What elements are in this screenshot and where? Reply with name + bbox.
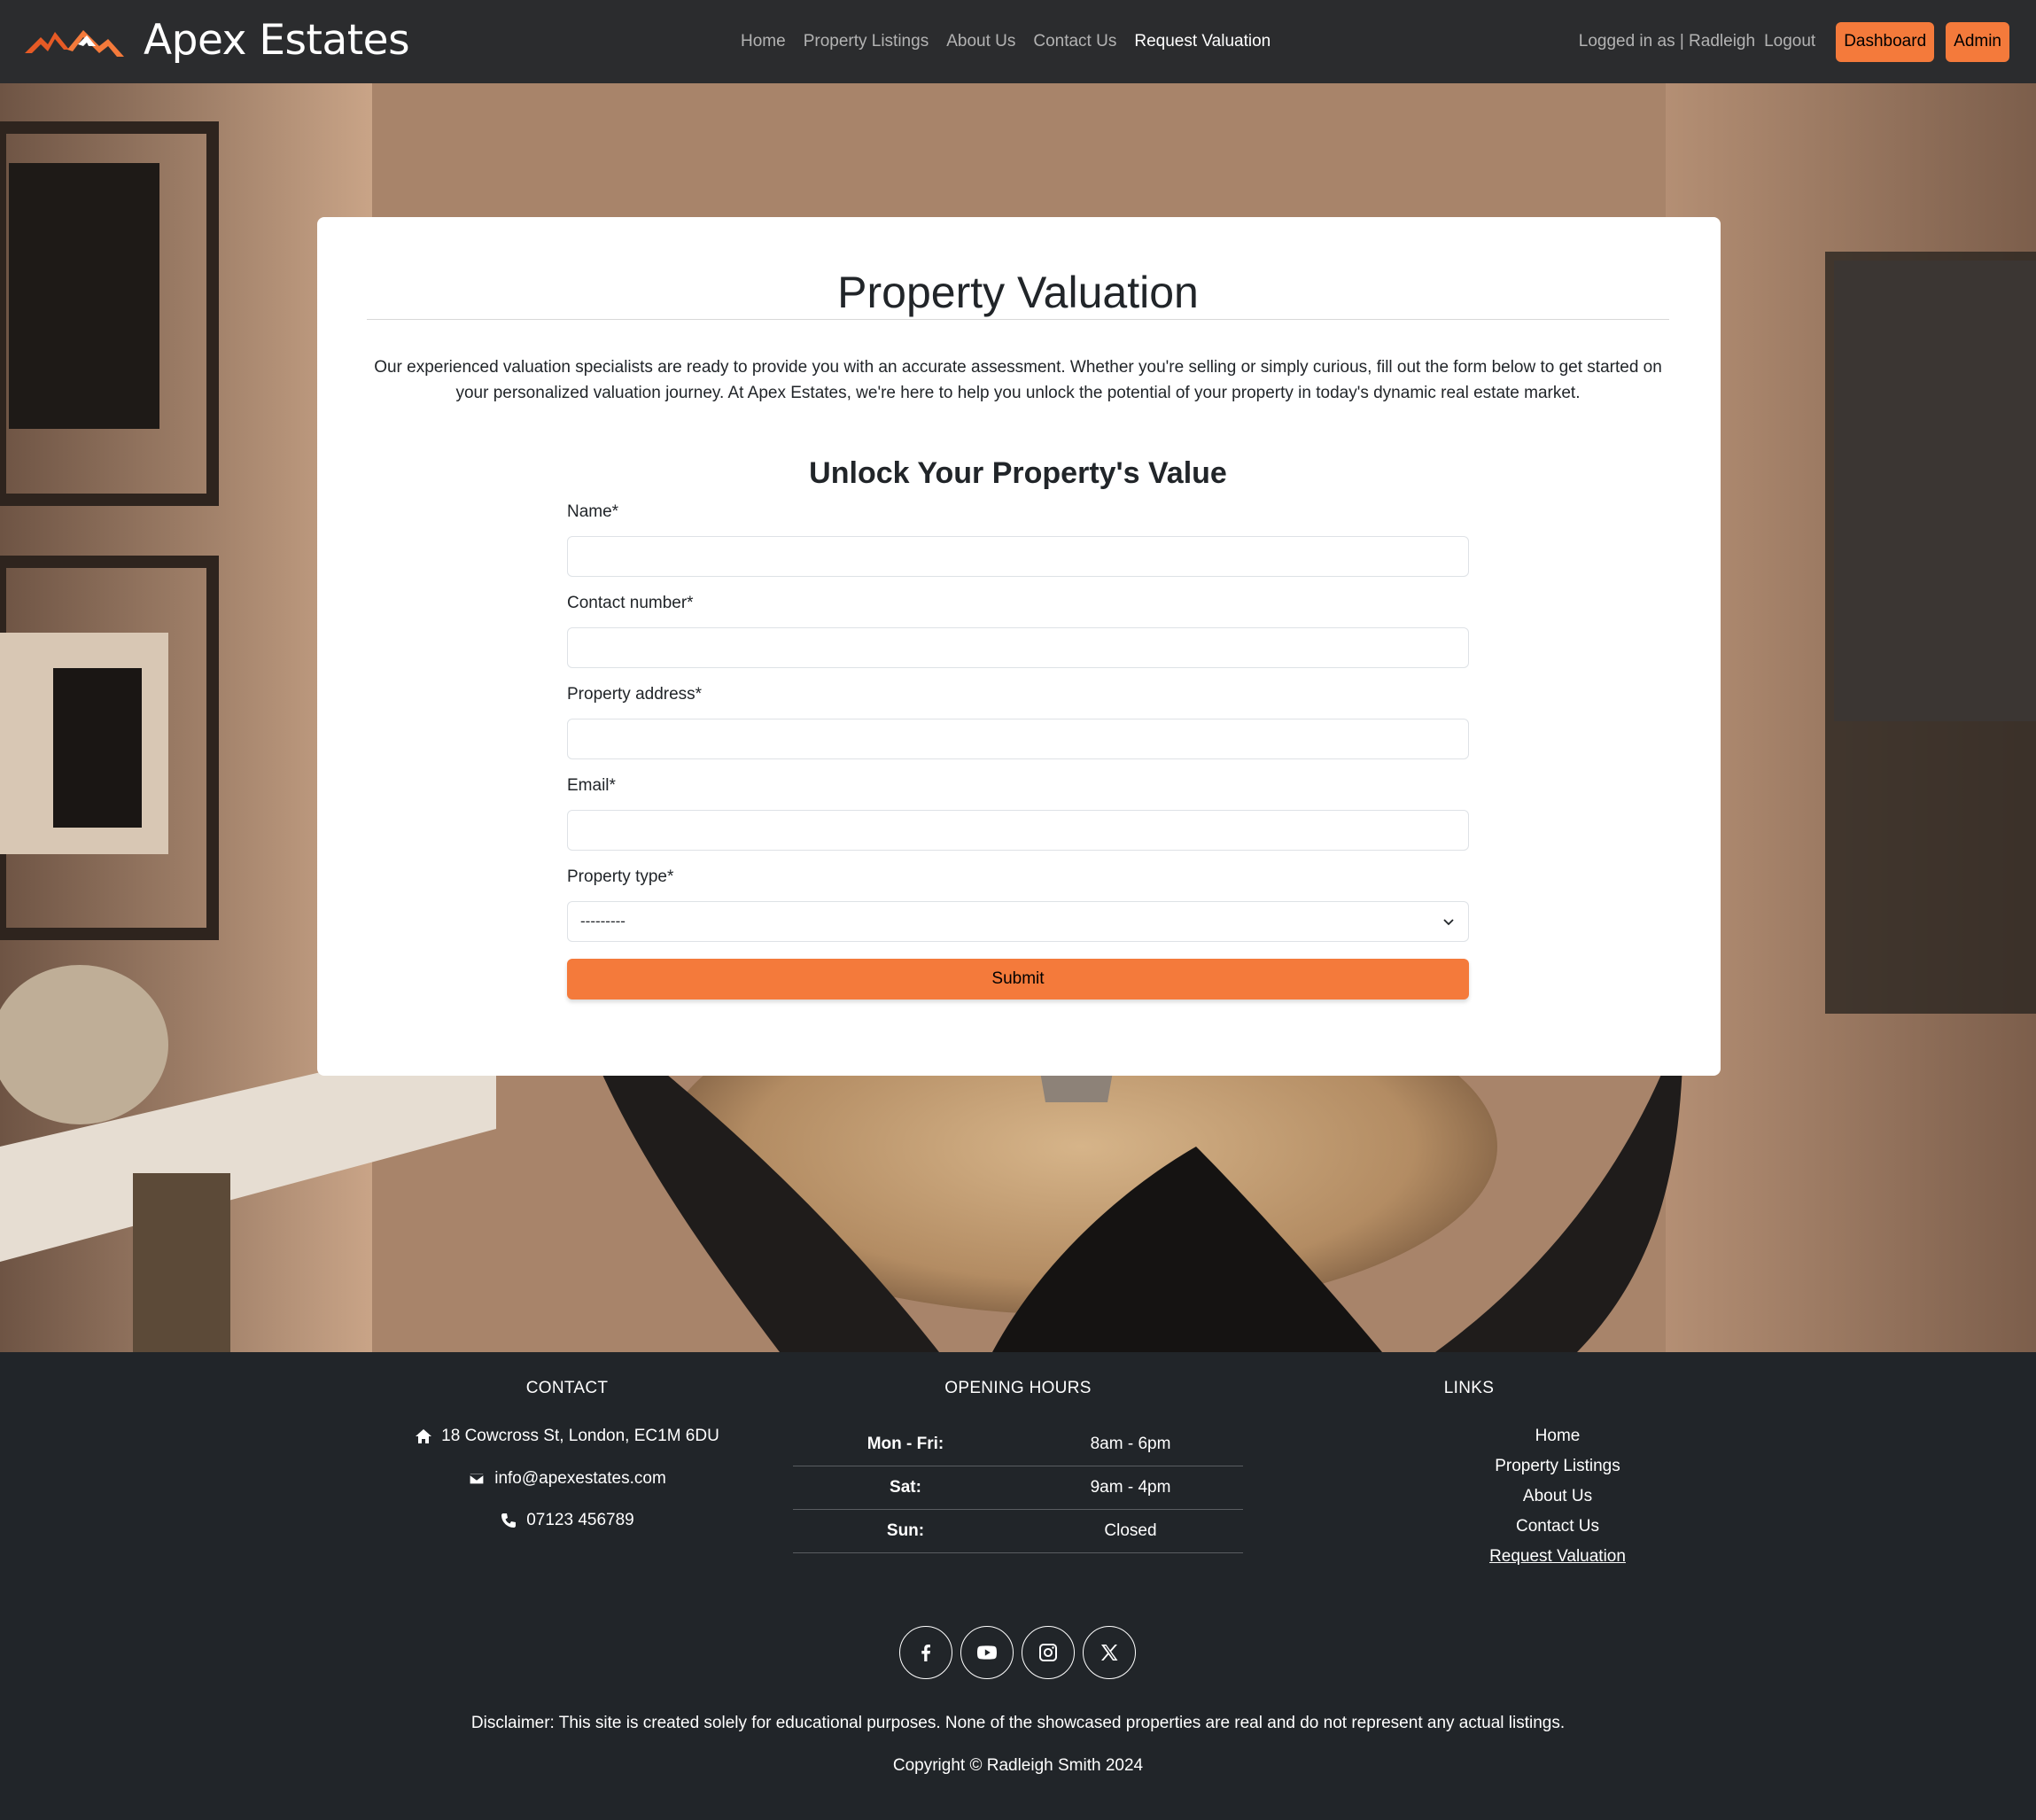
property-type-selected: --------- xyxy=(580,913,626,929)
instagram-button[interactable] xyxy=(1022,1626,1075,1679)
name-label: Name* xyxy=(567,502,619,521)
valuation-form: Name* Contact number* Property address* … xyxy=(567,501,1469,999)
hours-day: Sun: xyxy=(886,1521,925,1540)
property-address-label: Property address* xyxy=(567,685,703,704)
footer-link-property-listings[interactable]: Property Listings xyxy=(1469,1457,1646,1476)
footer: CONTACT 18 Cowcross St, London, EC1M 6DU… xyxy=(0,1352,2036,1820)
footer-link-about-us[interactable]: About Us xyxy=(1469,1487,1646,1506)
footer-link-contact-us[interactable]: Contact Us xyxy=(1469,1517,1646,1536)
copyright-text: Copyright © Radleigh Smith 2024 xyxy=(892,1756,1144,1775)
brand-name: Apex Estates xyxy=(144,16,410,65)
dashboard-button[interactable]: Dashboard xyxy=(1836,21,1935,62)
nav-user-area: Logged in as | Radleigh Logout Dashboard… xyxy=(1579,0,2009,83)
envelope-icon xyxy=(469,1473,485,1485)
page-title: Property Valuation xyxy=(837,268,1199,317)
footer-link-request-valuation[interactable]: Request Valuation xyxy=(1469,1547,1646,1567)
phone-text[interactable]: 07123 456789 xyxy=(526,1511,634,1530)
nav-link-request-valuation[interactable]: Request Valuation xyxy=(1125,32,1279,51)
disclaimer-text: Disclaimer: This site is created solely … xyxy=(470,1714,1566,1732)
contact-field-group: Contact number* xyxy=(567,592,1469,668)
submit-button[interactable]: Submit xyxy=(567,959,1469,999)
property-type-label: Property type* xyxy=(567,867,674,886)
nav-link-property-listings[interactable]: Property Listings xyxy=(795,32,938,51)
email-line: info@apexestates.com xyxy=(390,1469,744,1489)
social-links xyxy=(899,1626,1136,1679)
admin-button[interactable]: Admin xyxy=(1946,21,2009,62)
type-field-group: Property type* --------- xyxy=(567,866,1469,942)
facebook-icon xyxy=(921,1645,930,1661)
email-field-group: Email* xyxy=(567,774,1469,851)
chevron-down-icon xyxy=(1443,919,1454,926)
hours-row: Sat: 9am - 4pm xyxy=(793,1466,1243,1510)
hours-time: 8am - 6pm xyxy=(1090,1435,1171,1453)
hours-time: 9am - 4pm xyxy=(1090,1478,1171,1497)
name-field-group: Name* xyxy=(567,501,1469,577)
youtube-button[interactable] xyxy=(960,1626,1014,1679)
email-text[interactable]: info@apexestates.com xyxy=(494,1469,666,1489)
phone-icon xyxy=(501,1513,517,1528)
brand[interactable]: Apex Estates xyxy=(25,16,410,65)
contact-number-input[interactable] xyxy=(567,627,1469,668)
intro-text: Our experienced valuation specialists ar… xyxy=(374,358,1662,402)
phone-line: 07123 456789 xyxy=(390,1511,744,1530)
navbar: Apex Estates Home Property Listings Abou… xyxy=(0,0,2036,83)
email-input[interactable] xyxy=(567,810,1469,851)
contact-number-label: Contact number* xyxy=(567,594,694,612)
hours-day: Sat: xyxy=(890,1478,921,1497)
mountain-logo-icon xyxy=(25,29,124,57)
valuation-card: Property Valuation Our experienced valua… xyxy=(317,217,1721,1076)
form-title: Unlock Your Property's Value xyxy=(809,456,1227,490)
hero-background: Property Valuation Our experienced valua… xyxy=(0,83,2036,1352)
x-icon xyxy=(1101,1645,1118,1661)
nav-link-about-us[interactable]: About Us xyxy=(937,32,1024,51)
hours-time: Closed xyxy=(1104,1521,1157,1540)
address-line: 18 Cowcross St, London, EC1M 6DU xyxy=(390,1427,744,1446)
property-type-select[interactable]: --------- xyxy=(567,901,1469,942)
x-twitter-button[interactable] xyxy=(1083,1626,1136,1679)
logout-link[interactable]: Logout xyxy=(1764,32,1815,51)
name-input[interactable] xyxy=(567,536,1469,577)
address-text: 18 Cowcross St, London, EC1M 6DU xyxy=(441,1427,719,1445)
home-icon xyxy=(416,1429,432,1443)
nav-link-contact-us[interactable]: Contact Us xyxy=(1024,32,1125,51)
facebook-button[interactable] xyxy=(899,1626,952,1679)
instagram-icon xyxy=(1039,1644,1057,1661)
hours-row: Mon - Fri: 8am - 6pm xyxy=(793,1423,1243,1466)
nav-link-home[interactable]: Home xyxy=(732,32,795,51)
footer-link-home[interactable]: Home xyxy=(1469,1427,1646,1446)
hours-title: OPENING HOURS xyxy=(944,1379,1092,1397)
email-label: Email* xyxy=(567,776,616,795)
youtube-icon xyxy=(977,1645,997,1660)
contact-title: CONTACT xyxy=(525,1379,609,1397)
address-field-group: Property address* xyxy=(567,683,1469,759)
hours-row: Sun: Closed xyxy=(793,1510,1243,1553)
property-address-input[interactable] xyxy=(567,719,1469,759)
logged-in-text: Logged in as | Radleigh xyxy=(1578,32,1756,51)
title-divider xyxy=(367,319,1669,320)
hours-day: Mon - Fri: xyxy=(866,1435,944,1453)
links-title: LINKS xyxy=(1443,1379,1495,1397)
nav-links: Home Property Listings About Us Contact … xyxy=(732,0,1279,83)
